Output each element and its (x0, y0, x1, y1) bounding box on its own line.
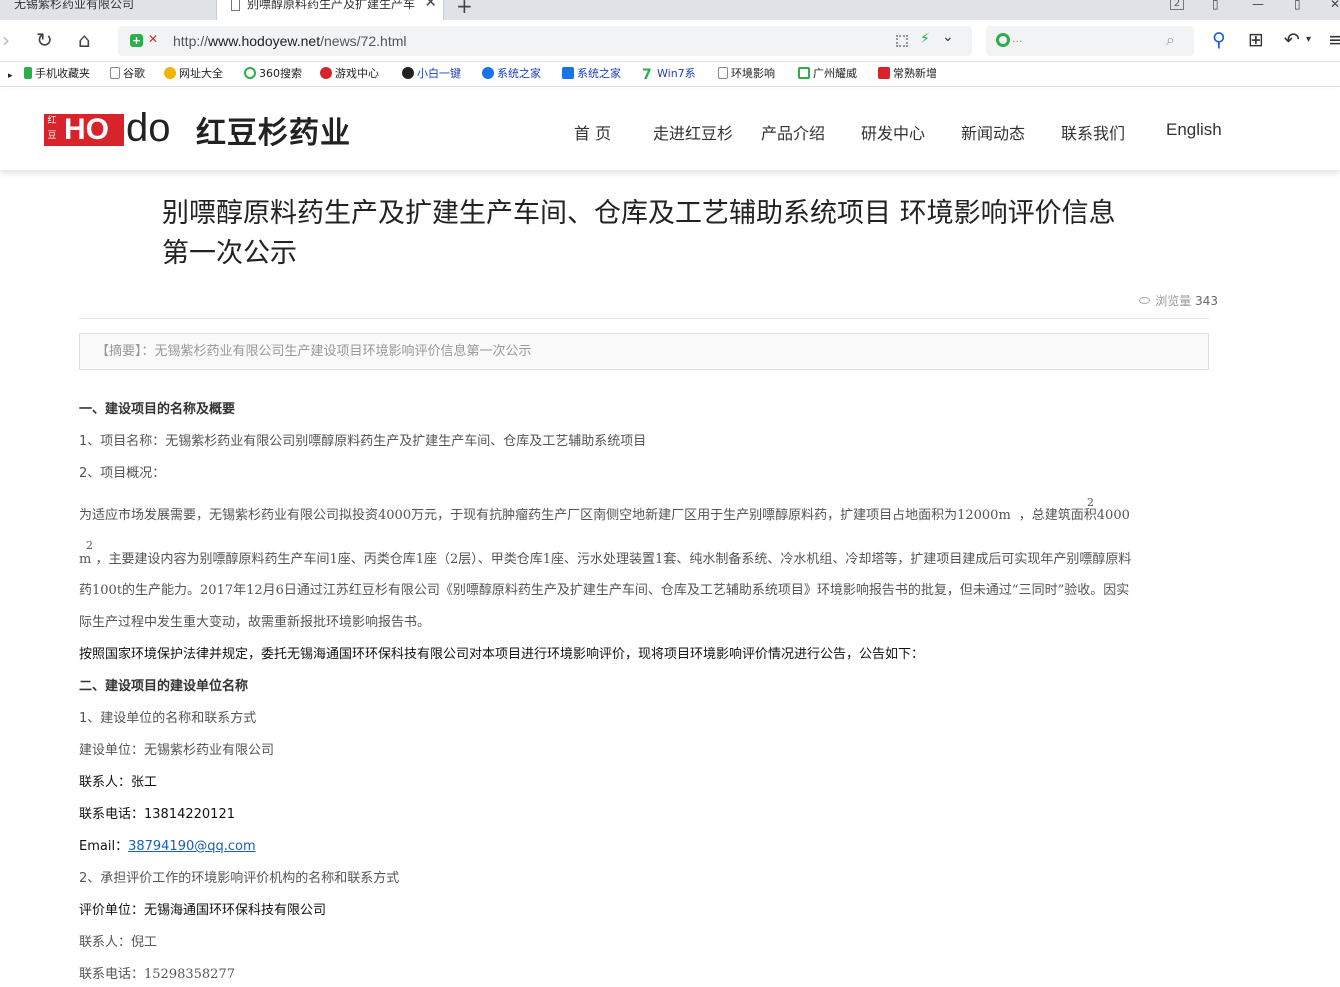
bookmark-item[interactable]: 7 Win7系 (642, 67, 696, 82)
nav-english[interactable]: English (1166, 120, 1222, 140)
search-box[interactable]: ... ⌕ (986, 26, 1194, 56)
divider (79, 318, 1209, 319)
nav-home[interactable]: 首 页 (574, 120, 611, 144)
site-icon (562, 67, 574, 79)
paragraph: 2、承担评价工作的环境影响评价机构的名称和联系方式 (79, 871, 400, 886)
paragraph: 1、建设单位的名称和联系方式 (79, 711, 257, 726)
logo-small-text: 红豆 (44, 114, 60, 146)
speed-mode-icon[interactable]: ⚡ (920, 31, 930, 47)
plus-globe-icon (164, 67, 176, 79)
bookmark-item[interactable]: 广州耀威 (798, 67, 857, 81)
pin-icon[interactable]: ▯ (1212, 0, 1219, 11)
bookmark-item[interactable]: 谷歌 (110, 67, 145, 81)
phone-icon (24, 67, 32, 79)
close-window-icon[interactable]: ✕ (1330, 0, 1340, 11)
paragraph: 2、项目概况： (79, 466, 166, 481)
phone-line: 联系电话：13814220121 (79, 807, 235, 822)
contact-line: 联系人：张工 (79, 775, 158, 790)
bookmarks-expand-icon[interactable]: ▸ (8, 69, 13, 83)
site-icon (878, 67, 890, 79)
nav-contact[interactable]: 联系我们 (1061, 120, 1125, 144)
page-icon (718, 67, 728, 79)
contact-line: 联系人：倪工 (79, 935, 158, 950)
page-icon (231, 0, 240, 11)
close-tab-icon[interactable]: ✕ (424, 0, 437, 10)
builder-line: 建设单位：无锡紫杉药业有限公司 (79, 743, 275, 758)
chevron-down-icon[interactable]: ⌄ (942, 29, 954, 45)
bookmark-item[interactable]: 常熟新增 (878, 67, 937, 81)
browser-nav-bar: › ↻ ⌂ + ✕ http://www.hodoyew.net/news/72… (0, 20, 1340, 62)
article-title: 别嘌醇原料药生产及扩建生产车间、仓库及工艺辅助系统项目 环境影响评价信息第一次公… (162, 198, 1116, 269)
win7-icon: 7 (642, 68, 654, 82)
paragraph: 为适应市场发展需要，无锡紫杉药业有限公司拟投资4000万元，于现有抗肿瘤药生产厂… (79, 508, 1130, 523)
bookmark-item[interactable]: 游戏中心 (320, 67, 379, 81)
section-heading-2: 二、建设项目的建设单位名称 (79, 679, 249, 694)
window-count-badge[interactable]: 2 (1170, 0, 1184, 10)
section-heading-1: 一、建设项目的名称及概要 (79, 402, 236, 417)
search-engine-logo-icon (244, 67, 256, 79)
undo-dropdown-icon[interactable]: ▾ (1306, 28, 1311, 52)
apps-grid-icon[interactable]: ⊞ (1248, 28, 1264, 52)
minimize-icon[interactable]: — (1252, 0, 1264, 11)
forward-icon[interactable]: › (2, 28, 10, 52)
bookmark-item[interactable]: 360搜索 (244, 67, 302, 81)
qr-code-icon[interactable] (896, 35, 908, 47)
bookmark-item[interactable]: 环境影响 (718, 67, 775, 81)
nav-research[interactable]: 研发中心 (861, 120, 925, 144)
site-header: 红豆 HO do 红豆杉药业 首 页 走进红豆杉 产品介绍 研发中心 新闻动态 … (0, 90, 1340, 170)
reload-icon[interactable]: ↻ (36, 28, 53, 52)
restore-icon[interactable]: ▯ (1294, 0, 1301, 11)
article-summary: 【摘要】：无锡紫杉药业有限公司生产建设项目环境影响评价信息第一次公示 (79, 333, 1209, 370)
paragraph: 1、项目名称：无锡紫杉药业有限公司别嘌醇原料药生产及扩建生产车间、仓库及工艺辅助… (79, 434, 647, 449)
url-text[interactable]: http://www.hodoyew.net/news/72.html (173, 33, 406, 49)
bookmark-item[interactable]: 系统之家 (562, 67, 621, 81)
home-icon[interactable]: ⌂ (78, 28, 91, 52)
search-hint: ... (1012, 32, 1023, 45)
menu-icon[interactable]: ≡ (1328, 28, 1340, 52)
security-shield-icon: + (130, 34, 143, 47)
search-engine-logo-icon (996, 33, 1010, 47)
site-icon (798, 67, 810, 79)
bookmark-item[interactable]: 网址大全 (164, 67, 223, 81)
bookmark-item[interactable]: 系统之家 (482, 67, 541, 81)
undo-icon[interactable]: ↶ (1284, 28, 1300, 52)
address-bar[interactable]: + ✕ http://www.hodoyew.net/news/72.html … (118, 26, 972, 56)
game-icon (320, 67, 332, 79)
unverified-icon: ✕ (148, 32, 159, 46)
paragraph: m ，主要建设内容为别嘌醇原料药生产车间1座、丙类仓库1座（2层）、甲类仓库1座… (79, 552, 1132, 567)
tab-label: 别嘌醇原料药生产及扩建生产车 (247, 0, 416, 10)
site-icon (482, 67, 494, 79)
bookmarks-bar: ▸ 手机收藏夹 谷歌 网址大全 360搜索 游戏中心 小白一键 系统之家 系统之… (0, 63, 1340, 87)
tab-active[interactable]: 别嘌醇原料药生产及扩建生产车 ✕ (216, 0, 444, 20)
bookmark-item[interactable]: 手机收藏夹 (24, 67, 90, 81)
nav-products[interactable]: 产品介绍 (761, 120, 825, 144)
eye-icon (1139, 297, 1151, 304)
page-icon (110, 67, 120, 79)
new-tab-icon[interactable]: + (456, 0, 473, 18)
superscript: 2 (1087, 496, 1094, 509)
email-link[interactable]: 38794190@qq.com (128, 839, 256, 854)
bookmark-item[interactable]: 小白一键 (402, 67, 461, 81)
email-line: Email：38794190@qq.com (79, 839, 256, 854)
paragraph: 按照国家环境保护法律并规定，委托无锡海通国环环保科技有限公司对本项目进行环境影响… (79, 647, 925, 662)
view-count: 浏览量 343 (1139, 292, 1218, 309)
nav-about[interactable]: 走进红豆杉 (653, 120, 733, 144)
phone-line: 联系电话：15298358277 (79, 967, 235, 982)
nav-news[interactable]: 新闻动态 (961, 120, 1025, 144)
tab-inactive[interactable]: 无锡紫杉药业有限公司 (0, 0, 214, 20)
app-icon (402, 67, 414, 79)
evaluator-line: 评价单位：无锡海通国环环保科技有限公司 (79, 903, 327, 918)
tab-label: 无锡紫杉药业有限公司 (14, 0, 135, 11)
paragraph: 药100t的生产能力。2017年12月6日通过江苏红豆杉有限公司《别嘌醇原料药生… (79, 583, 1130, 598)
logo-do: do (126, 106, 171, 150)
browser-tab-bar: 无锡紫杉药业有限公司 别嘌醇原料药生产及扩建生产车 ✕ + 2 ▯ — ▯ ✕ (0, 0, 1340, 20)
logo-company-name: 红豆杉药业 (196, 116, 351, 151)
site-logo[interactable]: 红豆 HO do 红豆杉药业 (44, 106, 374, 154)
search-icon[interactable]: ⌕ (1166, 30, 1175, 50)
paragraph: 际生产过程中发生重大变动，故需重新报批环境影响报告书。 (79, 615, 431, 630)
find-icon[interactable]: ⚲ (1212, 28, 1226, 52)
logo-ho: HO (60, 114, 124, 146)
